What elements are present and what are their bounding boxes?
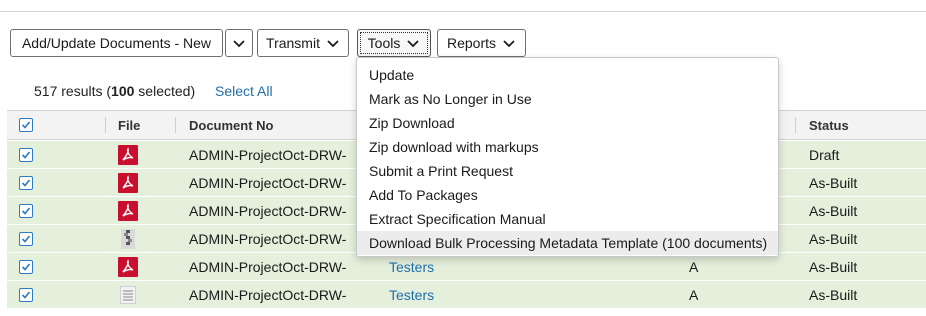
add-update-documents-button[interactable]: Add/Update Documents - New	[10, 29, 223, 57]
column-header-document-no[interactable]: Document No	[189, 111, 274, 139]
status-cell: As-Built	[809, 231, 858, 247]
status-cell: As-Built	[809, 203, 858, 219]
status-cell: Draft	[809, 147, 840, 163]
transmit-label: Transmit	[266, 35, 320, 51]
check-icon	[21, 151, 31, 159]
check-icon	[21, 235, 31, 243]
status-cell: As-Built	[809, 287, 858, 303]
status-cell: As-Built	[809, 259, 858, 275]
table-row[interactable]: ADMIN-ProjectOct-DRW- Testers A As-Built	[7, 253, 926, 281]
tools-menu-item[interactable]: Zip download with markups	[357, 135, 778, 159]
tools-label: Tools	[367, 35, 401, 51]
document-no-cell[interactable]: ADMIN-ProjectOct-DRW-	[189, 225, 346, 253]
transmit-button[interactable]: Transmit	[257, 29, 349, 57]
reports-button[interactable]: Reports	[437, 29, 526, 57]
check-icon	[21, 121, 31, 129]
revision-cell: A	[689, 259, 699, 275]
add-update-documents-label: Add/Update Documents - New	[21, 35, 212, 51]
testers-link[interactable]: Testers	[389, 281, 434, 309]
column-header-status[interactable]: Status	[809, 111, 849, 139]
chevron-down-icon	[503, 40, 515, 48]
row-checkbox[interactable]	[19, 148, 33, 162]
reports-label: Reports	[446, 35, 497, 51]
column-separator	[105, 117, 106, 133]
document-no-cell[interactable]: ADMIN-ProjectOct-DRW-	[189, 197, 346, 225]
column-separator	[175, 117, 176, 133]
row-checkbox[interactable]	[19, 288, 33, 302]
table-row[interactable]: ADMIN-ProjectOct-DRW- Testers A As-Built	[7, 281, 926, 309]
selected-count: 100	[111, 83, 135, 99]
tools-menu-item[interactable]: Download Bulk Processing Metadata Templa…	[357, 231, 778, 255]
document-no-cell[interactable]: ADMIN-ProjectOct-DRW-	[189, 253, 346, 281]
tools-button[interactable]: Tools	[357, 29, 431, 57]
check-icon	[21, 291, 31, 299]
column-separator	[795, 117, 796, 133]
tools-menu-item[interactable]: Update	[357, 63, 778, 87]
chevron-down-icon	[327, 40, 339, 48]
pdf-icon[interactable]	[118, 173, 138, 193]
revision-cell: A	[689, 287, 699, 303]
pdf-icon[interactable]	[118, 201, 138, 221]
check-icon	[21, 207, 31, 215]
row-checkbox[interactable]	[19, 176, 33, 190]
tools-menu-item[interactable]: Mark as No Longer in Use	[357, 87, 778, 111]
chevron-down-icon	[233, 40, 245, 48]
add-update-dropdown-button[interactable]	[225, 29, 253, 57]
zip-icon[interactable]	[121, 229, 135, 249]
column-header-file[interactable]: File	[118, 111, 140, 139]
document-no-cell[interactable]: ADMIN-ProjectOct-DRW-	[189, 169, 346, 197]
pdf-icon[interactable]	[118, 257, 138, 277]
check-icon	[21, 263, 31, 271]
row-checkbox[interactable]	[19, 204, 33, 218]
results-summary: 517 results (100 selected)	[34, 83, 195, 99]
document-no-cell[interactable]: ADMIN-ProjectOct-DRW-	[189, 141, 346, 169]
tools-menu-item[interactable]: Extract Specification Manual	[357, 207, 778, 231]
selected-suffix: selected)	[134, 83, 196, 99]
select-all-checkbox[interactable]	[19, 118, 33, 132]
top-divider	[0, 11, 926, 12]
row-checkbox[interactable]	[19, 260, 33, 274]
results-count: 517 results (	[34, 83, 112, 99]
status-cell: As-Built	[809, 175, 858, 191]
testers-link[interactable]: Testers	[389, 253, 434, 281]
row-checkbox[interactable]	[19, 232, 33, 246]
document-no-cell[interactable]: ADMIN-ProjectOct-DRW-	[189, 281, 346, 309]
tools-menu-item[interactable]: Submit a Print Request	[357, 159, 778, 183]
chevron-down-icon	[407, 40, 419, 48]
check-icon	[21, 179, 31, 187]
doc-icon[interactable]	[120, 286, 136, 304]
pdf-icon[interactable]	[118, 145, 138, 165]
select-all-link[interactable]: Select All	[215, 83, 273, 99]
tools-menu-item[interactable]: Zip Download	[357, 111, 778, 135]
tools-menu-item[interactable]: Add To Packages	[357, 183, 778, 207]
tools-dropdown-menu: Update Mark as No Longer in Use Zip Downlo…	[356, 57, 779, 257]
